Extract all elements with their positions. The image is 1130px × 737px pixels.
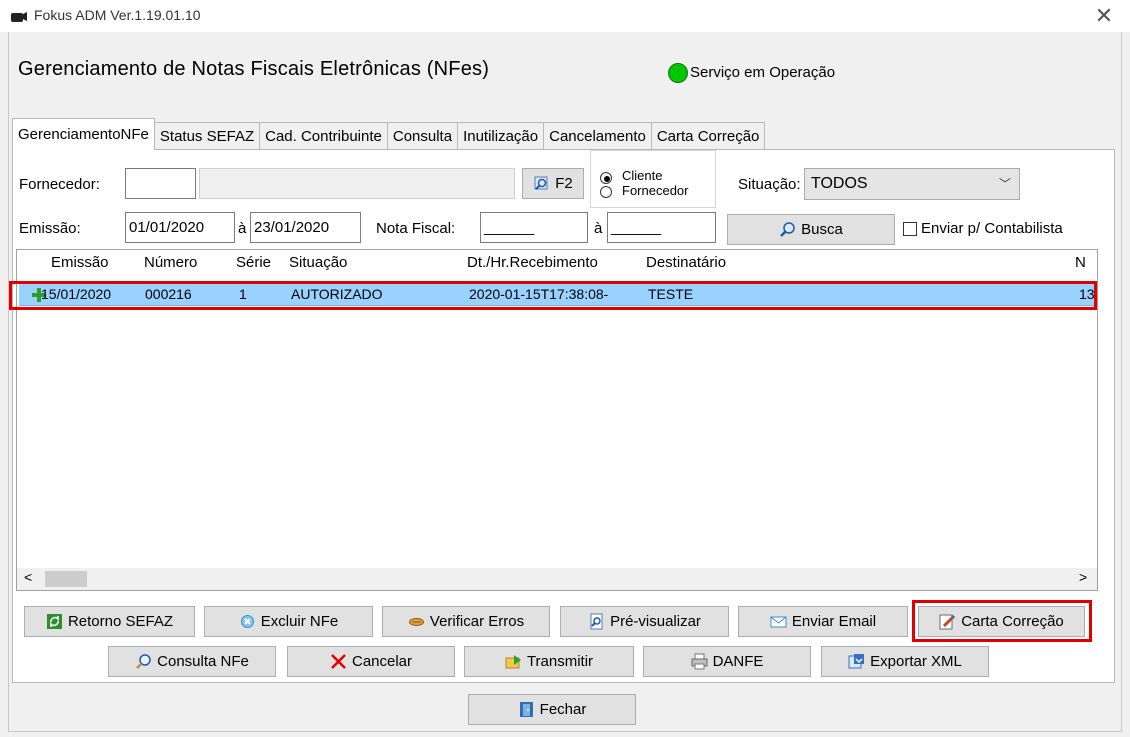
f2-label: F2	[555, 175, 573, 192]
export-icon	[848, 654, 865, 669]
scroll-left-icon[interactable]: <	[24, 569, 32, 585]
service-status-text: Serviço em Operação	[690, 64, 836, 81]
nota-to-input[interactable]: ______	[607, 212, 716, 243]
excluir-nfe-button[interactable]: Excluir NFe	[204, 606, 373, 637]
radio-fornecedor[interactable]	[600, 186, 612, 198]
col-recebimento[interactable]: Dt./Hr.Recebimento	[467, 254, 598, 271]
cancel-x-icon	[331, 654, 346, 669]
scroll-thumb[interactable]	[45, 571, 87, 587]
fornecedor-label: Fornecedor:	[19, 176, 100, 193]
door-exit-icon	[519, 702, 533, 717]
magnifier-icon	[136, 654, 151, 669]
fornecedor-name-input	[199, 168, 515, 199]
col-situacao[interactable]: Situação	[289, 254, 347, 271]
transmitir-button[interactable]: Transmitir	[464, 646, 634, 677]
fornecedor-code-input[interactable]	[125, 168, 196, 199]
email-icon	[770, 616, 787, 628]
emissao-a-label: à	[238, 220, 247, 237]
radio-cliente[interactable]	[600, 172, 612, 184]
exportar-xml-button[interactable]: Exportar XML	[821, 646, 989, 677]
tab-inutilizacao[interactable]: Inutilização	[457, 122, 545, 150]
emissao-from-input[interactable]: 01/01/2020	[125, 212, 235, 243]
app-icon	[11, 12, 27, 22]
danfe-label: DANFE	[712, 653, 764, 670]
situacao-value: TODOS	[811, 175, 868, 192]
folder-send-icon	[505, 655, 521, 669]
radio-cliente-label: Cliente	[622, 168, 663, 183]
emissao-label: Emissão:	[19, 220, 81, 237]
selected-row-highlight	[9, 281, 1097, 310]
handshake-icon	[408, 618, 424, 626]
verificar-erros-label: Verificar Erros	[429, 613, 525, 630]
pre-visualizar-button[interactable]: Pré-visualizar	[560, 606, 729, 637]
fechar-button[interactable]: Fechar	[468, 694, 636, 725]
search-icon	[780, 222, 795, 237]
fechar-label: Fechar	[539, 701, 587, 718]
cancelar-button[interactable]: Cancelar	[287, 646, 455, 677]
chevron-down-icon: ﹀	[998, 177, 1011, 191]
tab-cad-contribuinte[interactable]: Cad. Contribuinte	[259, 122, 388, 150]
preview-icon	[590, 613, 603, 630]
situacao-select[interactable]: TODOS ﹀	[804, 168, 1020, 200]
danfe-button[interactable]: DANFE	[643, 646, 811, 677]
enviar-contabilista-label: Enviar p/ Contabilista	[921, 220, 1063, 237]
retorno-sefaz-button[interactable]: Retorno SEFAZ	[24, 606, 195, 637]
col-numero[interactable]: Número	[144, 254, 197, 271]
enviar-email-label: Enviar Email	[791, 613, 877, 630]
delete-icon	[240, 615, 254, 628]
emissao-to-input[interactable]: 23/01/2020	[250, 212, 361, 243]
f2-lookup-button[interactable]: F2	[522, 168, 584, 199]
consulta-nfe-button[interactable]: Consulta NFe	[108, 646, 276, 677]
tab-gerenciamento-nfe[interactable]: GerenciamentoNFe	[12, 118, 155, 150]
col-n[interactable]: N	[1075, 254, 1086, 271]
grid-header: Emissão Número Série Situação Dt./Hr.Rec…	[17, 250, 1097, 276]
tab-consulta[interactable]: Consulta	[386, 122, 459, 150]
enviar-contabilista-checkbox[interactable]	[903, 222, 917, 236]
printer-icon	[691, 653, 708, 670]
page-title: Gerenciamento de Notas Fiscais Eletrônic…	[18, 58, 490, 80]
radio-fornecedor-label: Fornecedor	[622, 183, 689, 198]
retorno-sefaz-label: Retorno SEFAZ	[67, 613, 174, 630]
verificar-erros-button[interactable]: Verificar Erros	[382, 606, 550, 637]
nota-fiscal-label: Nota Fiscal:	[376, 220, 456, 237]
tab-bar: GerenciamentoNFe Status SEFAZ Cad. Contr…	[12, 118, 766, 150]
col-serie[interactable]: Série	[236, 254, 271, 271]
tab-carta-correcao[interactable]: Carta Correção	[650, 122, 766, 150]
close-icon[interactable]: ✕	[1092, 3, 1116, 29]
col-destinatario[interactable]: Destinatário	[646, 254, 726, 271]
busca-button[interactable]: Busca	[727, 214, 895, 245]
refresh-icon	[46, 614, 62, 629]
scroll-right-icon[interactable]: >	[1079, 569, 1087, 585]
col-emissao[interactable]: Emissão	[51, 254, 109, 271]
exportar-xml-label: Exportar XML	[870, 653, 962, 670]
horizontal-scrollbar[interactable]: < >	[17, 568, 1097, 590]
pre-visualizar-label: Pré-visualizar	[610, 613, 701, 630]
transmitir-label: Transmitir	[526, 653, 594, 670]
situacao-label: Situação:	[738, 176, 801, 193]
nota-a-label: à	[594, 220, 603, 237]
tab-status-sefaz[interactable]: Status SEFAZ	[153, 122, 261, 150]
consulta-nfe-label: Consulta NFe	[157, 653, 249, 670]
nota-from-input[interactable]: ______	[480, 212, 588, 243]
cancelar-label: Cancelar	[351, 653, 413, 670]
busca-label: Busca	[801, 221, 843, 238]
enviar-email-button[interactable]: Enviar Email	[738, 606, 908, 637]
window-title: Fokus ADM Ver.1.19.01.10	[34, 7, 201, 23]
lookup-icon	[534, 176, 548, 190]
excluir-nfe-label: Excluir NFe	[260, 613, 339, 630]
service-status-icon	[668, 63, 688, 83]
tab-cancelamento[interactable]: Cancelamento	[543, 122, 652, 150]
carta-correcao-highlight	[912, 600, 1092, 642]
